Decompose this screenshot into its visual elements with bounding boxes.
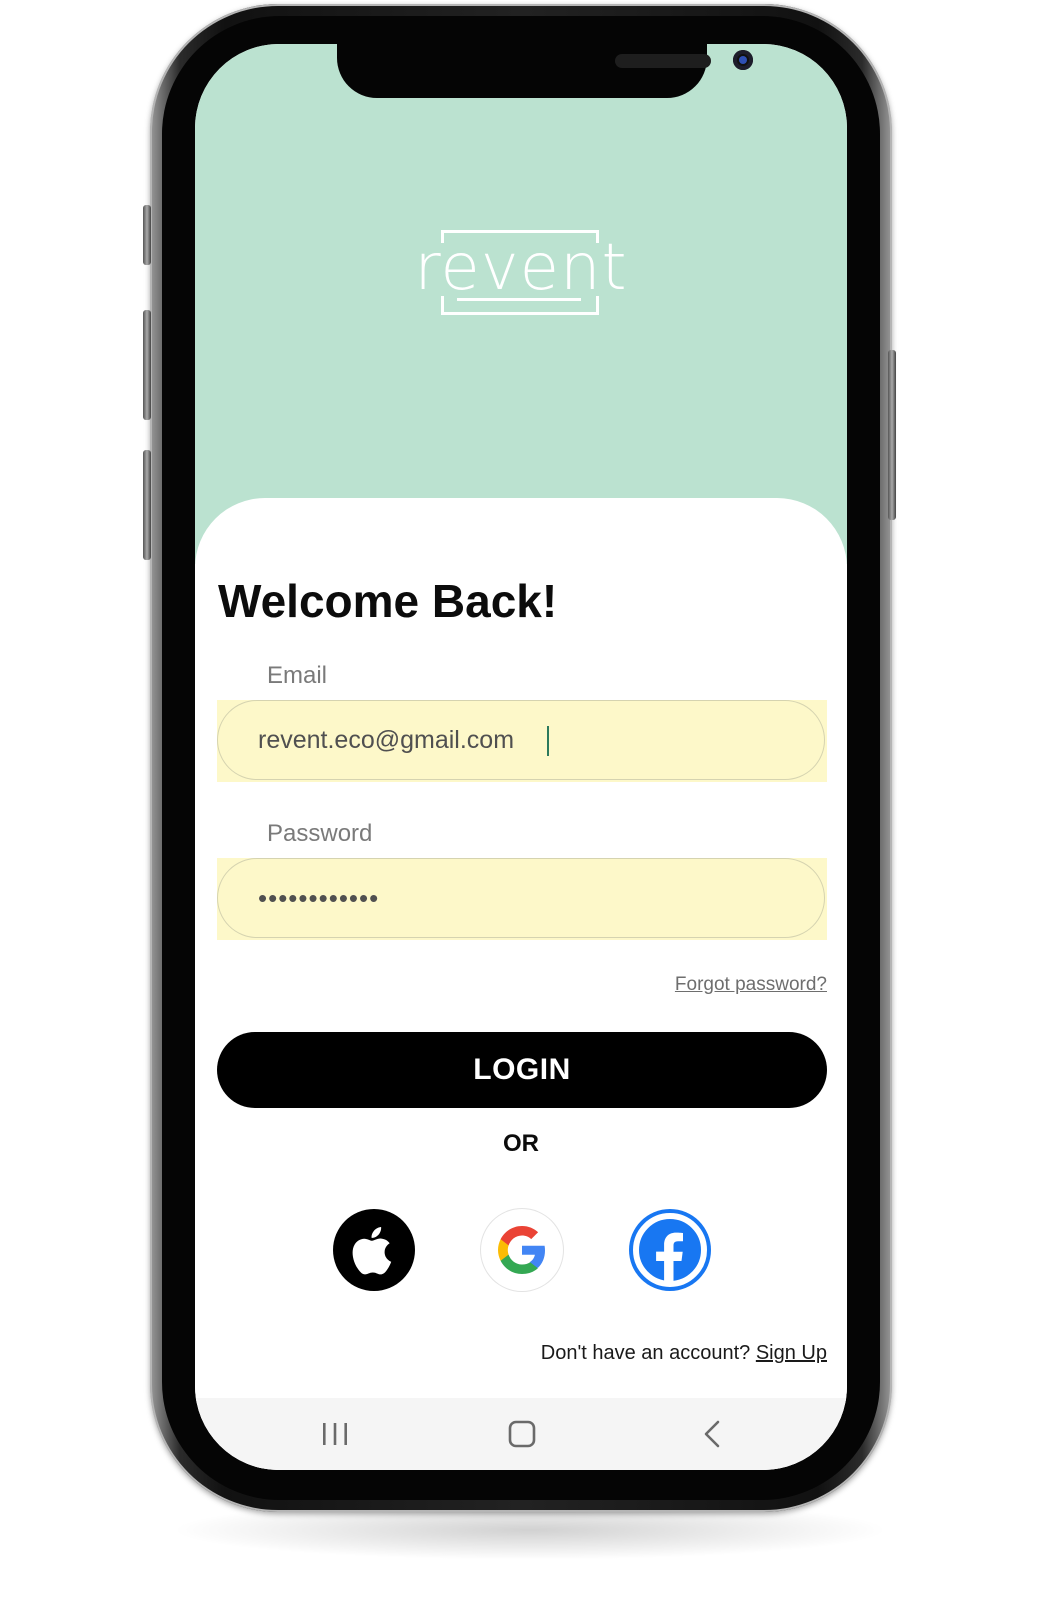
signup-row: Don't have an account? Sign Up [541, 1342, 827, 1365]
page-title: Welcome Back! [218, 575, 558, 627]
signup-link[interactable]: Sign Up [756, 1342, 827, 1364]
apple-icon [352, 1227, 392, 1275]
phone-screen: revent Welcome Back! Email Password Forg… [195, 44, 847, 1470]
google-login-button[interactable] [481, 1209, 563, 1291]
email-label: Email [267, 662, 328, 689]
mockup-stage: revent Welcome Back! Email Password Forg… [0, 0, 1058, 1608]
revent-logo: revent [401, 226, 641, 322]
system-navigation-bar [195, 1398, 847, 1470]
google-icon [498, 1226, 545, 1274]
forgot-password-link[interactable]: Forgot password? [675, 974, 827, 996]
front-camera [733, 50, 753, 70]
email-input[interactable] [217, 700, 825, 780]
apple-login-button[interactable] [333, 1209, 415, 1291]
mute-switch [143, 205, 151, 265]
facebook-icon [633, 1213, 707, 1287]
login-button[interactable]: LOGIN [217, 1032, 827, 1108]
volume-down-button [143, 450, 151, 560]
recent-apps-icon [323, 1423, 347, 1445]
logo-text: revent [414, 231, 628, 305]
or-divider: OR [503, 1130, 539, 1157]
text-caret [547, 726, 549, 756]
password-input[interactable] [217, 858, 825, 938]
facebook-login-button[interactable] [629, 1209, 711, 1291]
back-icon [704, 1420, 720, 1448]
email-field-wrapper [217, 700, 827, 782]
speaker-grille [615, 54, 711, 68]
password-field-wrapper [217, 858, 827, 940]
home-button[interactable] [507, 1414, 537, 1459]
signup-prompt: Don't have an account? [540, 1342, 751, 1364]
volume-up-button [143, 310, 151, 420]
notch [337, 44, 753, 98]
recent-apps-button[interactable] [321, 1414, 349, 1459]
back-button[interactable] [701, 1414, 725, 1459]
home-icon [508, 1420, 536, 1448]
power-button [888, 350, 896, 520]
password-label: Password [267, 820, 373, 847]
